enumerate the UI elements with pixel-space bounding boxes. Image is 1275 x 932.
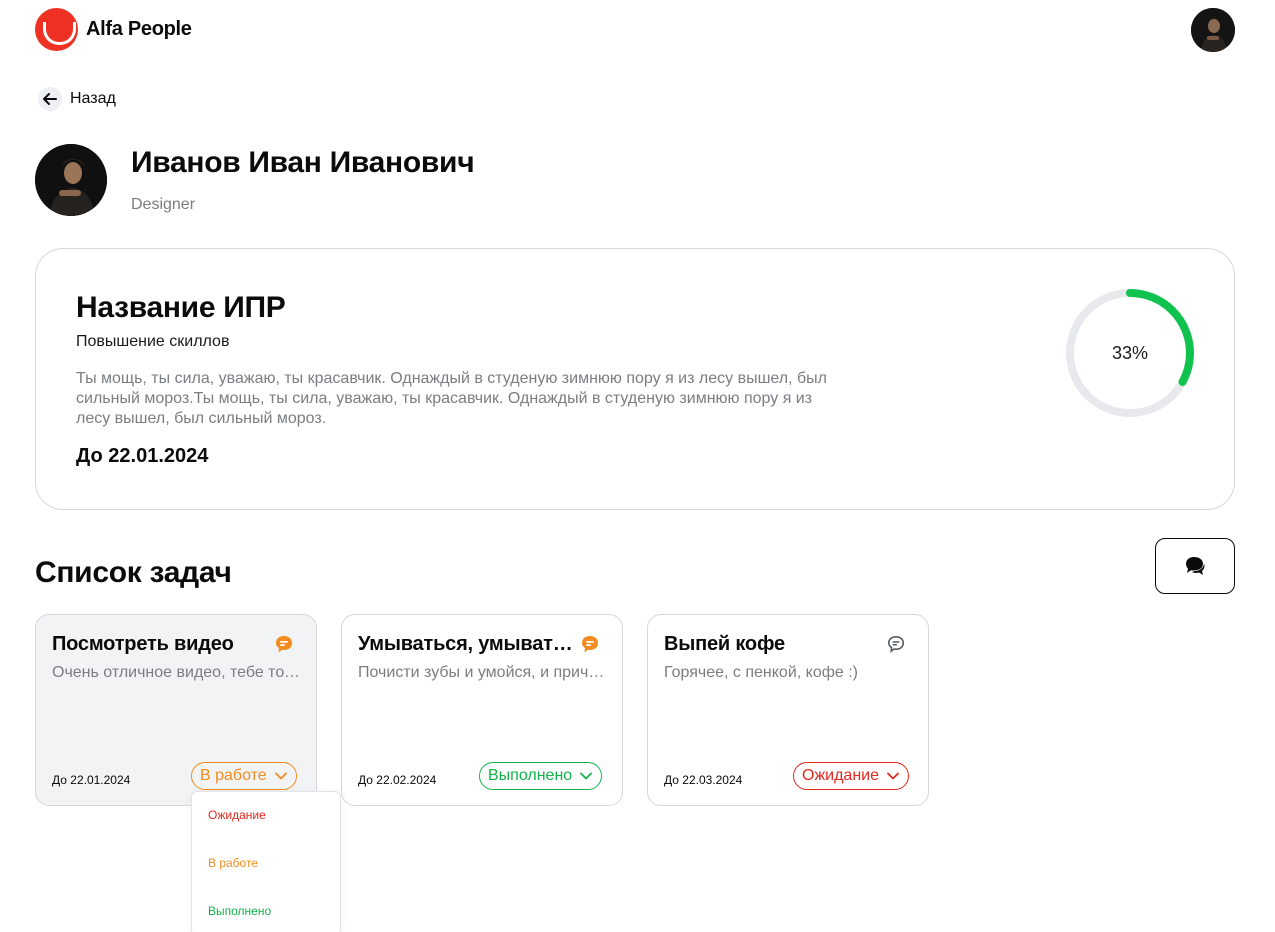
chat-outline-icon[interactable] xyxy=(886,634,906,654)
chevron-down-icon xyxy=(274,772,287,780)
chevron-down-icon xyxy=(887,772,899,780)
comments-button[interactable] xyxy=(1155,538,1235,594)
status-select[interactable]: Выполнено xyxy=(479,762,603,790)
tasks-title: Список задач xyxy=(35,556,232,589)
user-photo-icon xyxy=(1191,8,1235,52)
status-label: В работе xyxy=(200,767,267,784)
status-dropdown: Ожидание В работе Выполнено xyxy=(191,791,341,932)
app-name: Alfa People xyxy=(86,18,192,40)
task-description: Почисти зубы и умойся, и причешись xyxy=(358,664,606,681)
task-title: Выпей кофе xyxy=(664,633,785,655)
status-label: Выполнено xyxy=(488,767,573,784)
status-label: Ожидание xyxy=(802,767,879,784)
chat-filled-icon[interactable] xyxy=(580,634,600,654)
back-button[interactable]: Назад xyxy=(38,87,116,111)
chat-filled-icon[interactable] xyxy=(274,634,294,654)
profile-photo-icon xyxy=(35,144,107,216)
ipr-card: Название ИПР Повышение скиллов Ты мощь, … xyxy=(35,248,1235,510)
profile-avatar xyxy=(35,144,107,216)
ipr-title: Название ИПР xyxy=(76,291,286,324)
chat-bubbles-icon xyxy=(1186,557,1205,575)
status-option-done[interactable]: Выполнено xyxy=(208,904,271,918)
ipr-subtitle: Повышение скиллов xyxy=(76,333,230,350)
status-option-waiting[interactable]: Ожидание xyxy=(208,808,266,822)
ipr-deadline: До 22.01.2024 xyxy=(76,445,209,467)
task-title: Посмотреть видео xyxy=(52,633,234,655)
task-description: Очень отличное видео, тебе точно понрави… xyxy=(52,664,300,681)
task-deadline: До 22.01.2024 xyxy=(52,773,131,787)
task-deadline: До 22.03.2024 xyxy=(664,773,743,787)
status-option-in-progress[interactable]: В работе xyxy=(208,856,258,870)
task-deadline: До 22.02.2024 xyxy=(358,773,437,787)
task-card[interactable]: Посмотреть видео Очень отличное видео, те… xyxy=(35,614,317,806)
status-select[interactable]: В работе xyxy=(191,762,297,790)
back-label: Назад xyxy=(70,90,116,107)
ipr-description: Ты мощь, ты сила, уважаю, ты красавчик. … xyxy=(76,370,828,427)
app-header: Alfa People xyxy=(0,0,1275,62)
progress-ring: 33% xyxy=(1064,287,1196,419)
task-card[interactable]: Выпей кофе Горячее, с пенкой, кофе :) До 2… xyxy=(647,614,929,806)
task-card[interactable]: Умываться, умываться по утрам Почисти зуб… xyxy=(341,614,623,806)
chevron-down-icon xyxy=(580,772,593,780)
task-title: Умываться, умываться по утрам xyxy=(358,633,582,655)
arrow-left-icon xyxy=(38,87,62,111)
task-description: Горячее, с пенкой, кофе :) xyxy=(664,664,859,681)
alfa-logo-icon xyxy=(35,8,78,51)
employee-name: Иванов Иван Иванович xyxy=(131,146,475,179)
status-select[interactable]: Ожидание xyxy=(793,762,909,790)
app-logo[interactable]: Alfa People xyxy=(35,8,192,51)
employee-role: Designer xyxy=(131,196,196,213)
user-avatar[interactable] xyxy=(1191,8,1235,52)
progress-label: 33% xyxy=(1111,342,1149,363)
